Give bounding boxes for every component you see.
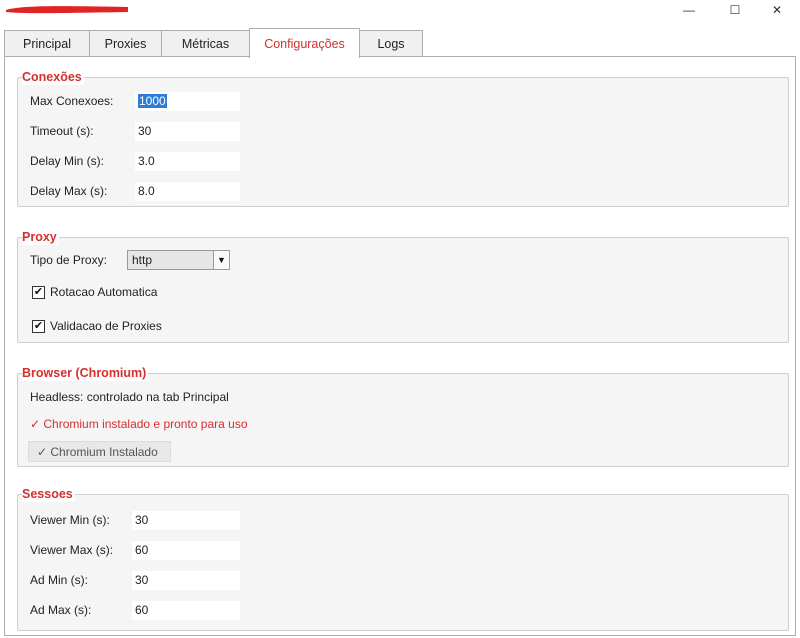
proxy-type-value: http	[132, 253, 153, 267]
viewer-min-label: Viewer Min (s):	[30, 513, 110, 527]
viewer-max-input[interactable]: 60	[132, 541, 240, 560]
headless-note: Headless: controlado na tab Principal	[30, 390, 229, 404]
tab-principal[interactable]: Principal	[4, 30, 90, 57]
delay-max-input[interactable]: 8.0	[135, 182, 240, 201]
tab-configuracoes[interactable]: Configurações	[249, 28, 360, 58]
ad-min-label: Ad Min (s):	[30, 573, 89, 587]
auto-rotation-label[interactable]: Rotacao Automatica	[50, 284, 157, 300]
proxy-type-select[interactable]: http ▼	[127, 250, 230, 270]
close-icon: ✕	[771, 3, 783, 17]
chromium-installed-label: ✓ Chromium Instalado	[37, 444, 158, 459]
proxy-group: Proxy Tipo de Proxy: http ▼ ✔ Rotacao Au…	[17, 229, 789, 343]
checkmark-icon: ✔	[33, 286, 44, 298]
max-connections-label: Max Conexoes:	[30, 94, 114, 108]
minimize-icon: —	[683, 3, 695, 17]
tab-logs[interactable]: Logs	[359, 30, 423, 57]
ad-min-input[interactable]: 30	[132, 571, 240, 590]
sessions-title: Sessoes	[22, 486, 75, 502]
proxy-type-label: Tipo de Proxy:	[30, 253, 107, 267]
ad-max-input[interactable]: 60	[132, 601, 240, 620]
timeout-input[interactable]: 30	[135, 122, 240, 141]
chromium-installed-button[interactable]: ✓ Chromium Instalado	[28, 441, 171, 462]
maximize-button[interactable]: ☐	[712, 0, 758, 20]
timeout-label: Timeout (s):	[30, 124, 94, 138]
proxy-title: Proxy	[22, 229, 59, 245]
tab-proxies[interactable]: Proxies	[89, 30, 162, 57]
browser-title: Browser (Chromium)	[22, 365, 149, 381]
delay-min-input[interactable]: 3.0	[135, 152, 240, 171]
ad-max-label: Ad Max (s):	[30, 603, 92, 617]
auto-rotation-checkbox[interactable]: ✔	[32, 286, 45, 299]
connections-group: Conexões Max Conexoes: 1000 Timeout (s):…	[17, 69, 789, 207]
title-bar: — ☐ ✕	[0, 0, 800, 22]
max-connections-value: 1000	[138, 94, 167, 108]
max-connections-input[interactable]: 1000	[135, 92, 240, 111]
proxy-validation-checkbox[interactable]: ✔	[32, 320, 45, 333]
settings-panel: Conexões Max Conexoes: 1000 Timeout (s):…	[4, 56, 796, 636]
viewer-min-input[interactable]: 30	[132, 511, 240, 530]
browser-group: Browser (Chromium) Headless: controlado …	[17, 365, 789, 467]
tab-metricas[interactable]: Métricas	[161, 30, 250, 57]
sessions-group: Sessoes Viewer Min (s): 30 Viewer Max (s…	[17, 486, 789, 631]
connections-title: Conexões	[22, 69, 84, 85]
close-button[interactable]: ✕	[754, 0, 800, 20]
delay-min-label: Delay Min (s):	[30, 154, 105, 168]
proxy-validation-label[interactable]: Validacao de Proxies	[50, 318, 162, 334]
checkmark-icon: ✔	[33, 320, 44, 332]
chromium-status: ✓ Chromium instalado e pronto para uso	[30, 417, 248, 431]
dropdown-arrow-icon[interactable]: ▼	[213, 251, 229, 269]
maximize-icon: ☐	[729, 3, 741, 17]
redacted-title-scribble	[6, 6, 128, 14]
delay-max-label: Delay Max (s):	[30, 184, 108, 198]
minimize-button[interactable]: —	[666, 0, 712, 20]
viewer-max-label: Viewer Max (s):	[30, 543, 114, 557]
